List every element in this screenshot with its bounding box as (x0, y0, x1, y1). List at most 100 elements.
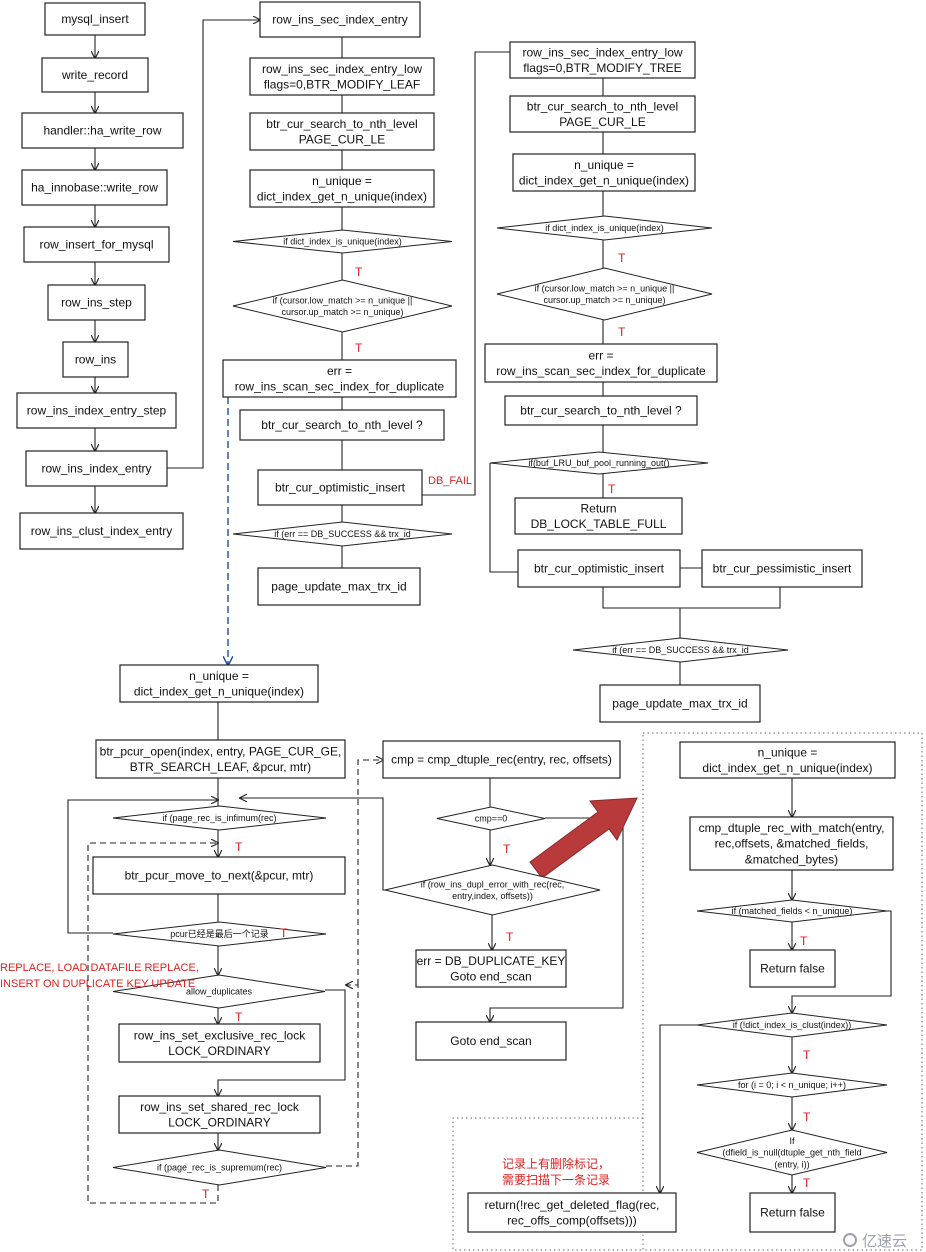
process-box-write-record: write_record (41, 57, 149, 93)
process-box-ha-write-row: handler::ha_write_row (21, 112, 184, 149)
connector-44 (87, 843, 218, 1204)
node-text: btr_pcur_move_to_next(&pcur, mtr) (125, 869, 314, 883)
process-box-with-match: cmp_dtuple_rec_with_match(entry, rec,offs… (689, 816, 894, 871)
process-box-pess-insert: btr_cur_pessimistic_insert (701, 549, 863, 588)
process-box-mysql-insert: mysql_insert (44, 2, 146, 36)
process-box-row-ins: row_ins (62, 341, 129, 378)
process-box-search-q-1: btr_cur_search_to_nth_level ? (239, 409, 445, 441)
decision-diamond-is-infimum: if (page_rec_is_infimum(rec) (112, 805, 327, 831)
node-text: if dict_index_is_unique(index) (545, 223, 664, 233)
decision-diamond-cursor-match-2: if (cursor.low_match >= n_unique || curso… (496, 267, 713, 321)
watermark-logo: 亿速云 (862, 1233, 907, 1250)
true-branch-label: T (608, 482, 616, 496)
process-box-sec-low-tree: row_ins_sec_index_entry_low flags=0,BTR_M… (509, 41, 696, 79)
node-text: if (!dict_index_is_clust(index)) (733, 1020, 852, 1030)
node-text: row_ins_scan_sec_index_for_duplicate (496, 364, 706, 378)
process-box-search-le-2: btr_cur_search_to_nth_level PAGE_CUR_LE (509, 95, 696, 133)
process-box-lock-table-full: Return DB_LOCK_TABLE_FULL (514, 497, 683, 535)
node-text: if (cursor.low_match >= n_unique || (273, 295, 413, 305)
decision-diamond-is-supremum: if (page_rec_is_supremum(rec) (112, 1149, 327, 1186)
node-text: PAGE_CUR_LE (299, 133, 385, 147)
process-box-max-trx-1: page_update_max_trx_id (257, 567, 421, 606)
process-box-return-false-1: Return false (749, 949, 836, 988)
decision-diamond-cmp-zero: cmp==0 (436, 806, 546, 831)
process-box-n-unique-3: n_unique = dict_index_get_n_unique(index) (119, 664, 319, 703)
node-text: Goto end_scan (450, 970, 531, 984)
process-box-scan-dup-1: err = row_ins_scan_sec_index_for_duplicat… (222, 359, 457, 398)
node-text: cmp==0 (475, 814, 508, 824)
node-text: err = DB_DUPLICATE_KEY (417, 954, 566, 968)
process-box-shared-lock: row_ins_set_shared_rec_lock LOCK_ORDINARY (118, 1095, 321, 1134)
node-text: row_ins_clust_index_entry (31, 524, 172, 538)
decision-diamond-cursor-match-1: if (cursor.low_match >= n_unique || curso… (232, 279, 453, 333)
node-text: row_ins_set_exclusive_rec_lock (134, 1028, 306, 1042)
connector-29 (489, 463, 518, 573)
node-text: err = (588, 348, 613, 362)
process-box-sec-index-entry: row_ins_sec_index_entry (259, 1, 421, 38)
node-text: n_unique = (758, 745, 818, 759)
node-text: mysql_insert (61, 12, 129, 26)
node-text: PAGE_CUR_LE (559, 115, 645, 129)
decision-diamond-not-clust: if (!dict_index_is_clust(index)) (696, 1012, 888, 1038)
process-box-pcur-open: btr_pcur_open(index, entry, PAGE_CUR_GE,… (95, 739, 346, 779)
node-text: if (page_rec_is_supremum(rec) (157, 1163, 282, 1173)
node-text: btr_cur_search_to_nth_level ? (261, 418, 423, 432)
decision-diamond-err-success-1: if (err == DB_SUCCESS && trx_id (232, 521, 453, 547)
process-box-row-ins-index-entry-step: row_ins_index_entry_step (16, 392, 177, 429)
node-text: row_ins_sec_index_entry (272, 13, 407, 27)
node-text: return(!rec_get_deleted_flag(rec, (485, 1198, 660, 1212)
decision-diamond-for-loop: for (i = 0; i < n_unique; i++) (696, 1072, 888, 1098)
decision-diamond-pool-running-out: if(buf_LRU_buf_pool_running_out() (489, 451, 709, 475)
connector-46 (357, 760, 383, 985)
node-text: if (err == DB_SUCCESS && trx_id (274, 529, 411, 539)
node-text: err = (327, 364, 352, 378)
node-text: flags=0,BTR_MODIFY_LEAF (264, 78, 420, 92)
process-box-max-trx-2: page_update_max_trx_id (599, 684, 761, 723)
node-text: page_update_max_trx_id (271, 580, 406, 594)
decision-diamond-dupl-error: if (row_ins_dupl_error_with_rec(rec,entr… (384, 864, 601, 916)
node-text: Return (580, 501, 616, 515)
node-text: dict_index_get_n_unique(index) (702, 761, 872, 775)
true-branch-label: T (803, 1110, 811, 1124)
connector-9 (167, 20, 260, 469)
decision-diamond-err-success-2: if (err == DB_SUCCESS && trx_id (572, 637, 789, 663)
process-box-row-insert-for-mysql: row_insert_for_mysql (23, 226, 170, 263)
node-text: dict_index_get_n_unique(index) (257, 190, 427, 204)
replace-note: INSERT ON DUPLICATE KEY UPDATE (0, 978, 195, 990)
node-text: btr_cur_optimistic_insert (534, 562, 665, 576)
process-box-return-deleted: return(!rec_get_deleted_flag(rec, rec_off… (467, 1192, 677, 1233)
process-box-scan-dup-2: err = row_ins_scan_sec_index_for_duplicat… (484, 343, 718, 383)
node-text: if (matched_fields < n_unique) (732, 906, 853, 916)
process-box-n-unique-4: n_unique = dict_index_get_n_unique(index) (679, 741, 896, 779)
node-text: ha_innobase::write_row (31, 181, 158, 195)
node-text: btr_cur_search_to_nth_level ? (520, 404, 682, 418)
node-text: n_unique = (574, 158, 634, 172)
process-box-row-ins-step: row_ins_step (47, 284, 146, 321)
process-box-search-q-2: btr_cur_search_to_nth_level ? (504, 395, 698, 426)
node-text: row_insert_for_mysql (39, 238, 153, 252)
db-fail-label: DB_FAIL (428, 475, 472, 487)
process-box-sec-low-leaf: row_ins_sec_index_entry_low flags=0,BTR_M… (249, 57, 435, 96)
true-branch-label: T (503, 842, 511, 856)
deleted-note: 记录上有删除标记， (502, 1156, 610, 1171)
process-box-goto-end: Goto end_scan (415, 1021, 567, 1061)
process-box-move-to-next: btr_pcur_move_to_next(&pcur, mtr) (92, 856, 346, 895)
true-branch-label: T (506, 930, 514, 944)
node-text: flags=0,BTR_MODIFY_TREE (523, 61, 681, 75)
true-branch-label: T (235, 1010, 243, 1024)
node-text: if (page_rec_is_infimum(rec) (162, 813, 276, 823)
connector-31 (602, 587, 781, 609)
innodb-insert-flowchart: mysql_insertwrite_recordhandler::ha_writ… (0, 1, 923, 1251)
node-text: rec,offsets, &matched_fields, (715, 837, 869, 851)
node-text: dict_index_get_n_unique(index) (134, 685, 304, 699)
node-text: entry,index, offsets)) (452, 891, 533, 901)
true-branch-label: T (800, 934, 808, 948)
process-box-n-unique-2: n_unique = dict_index_get_n_unique(index) (512, 153, 696, 192)
node-text: cursor.up_match >= n_unique) (543, 295, 665, 305)
node-text: pcur已经是最后一个记录 (170, 928, 269, 939)
true-branch-label: T (235, 840, 243, 854)
true-branch-label: T (618, 251, 626, 265)
node-text: row_ins_index_entry_step (27, 404, 167, 418)
node-text: row_ins_index_entry (41, 462, 151, 476)
process-box-opt-insert-2: btr_cur_optimistic_insert (517, 549, 681, 588)
